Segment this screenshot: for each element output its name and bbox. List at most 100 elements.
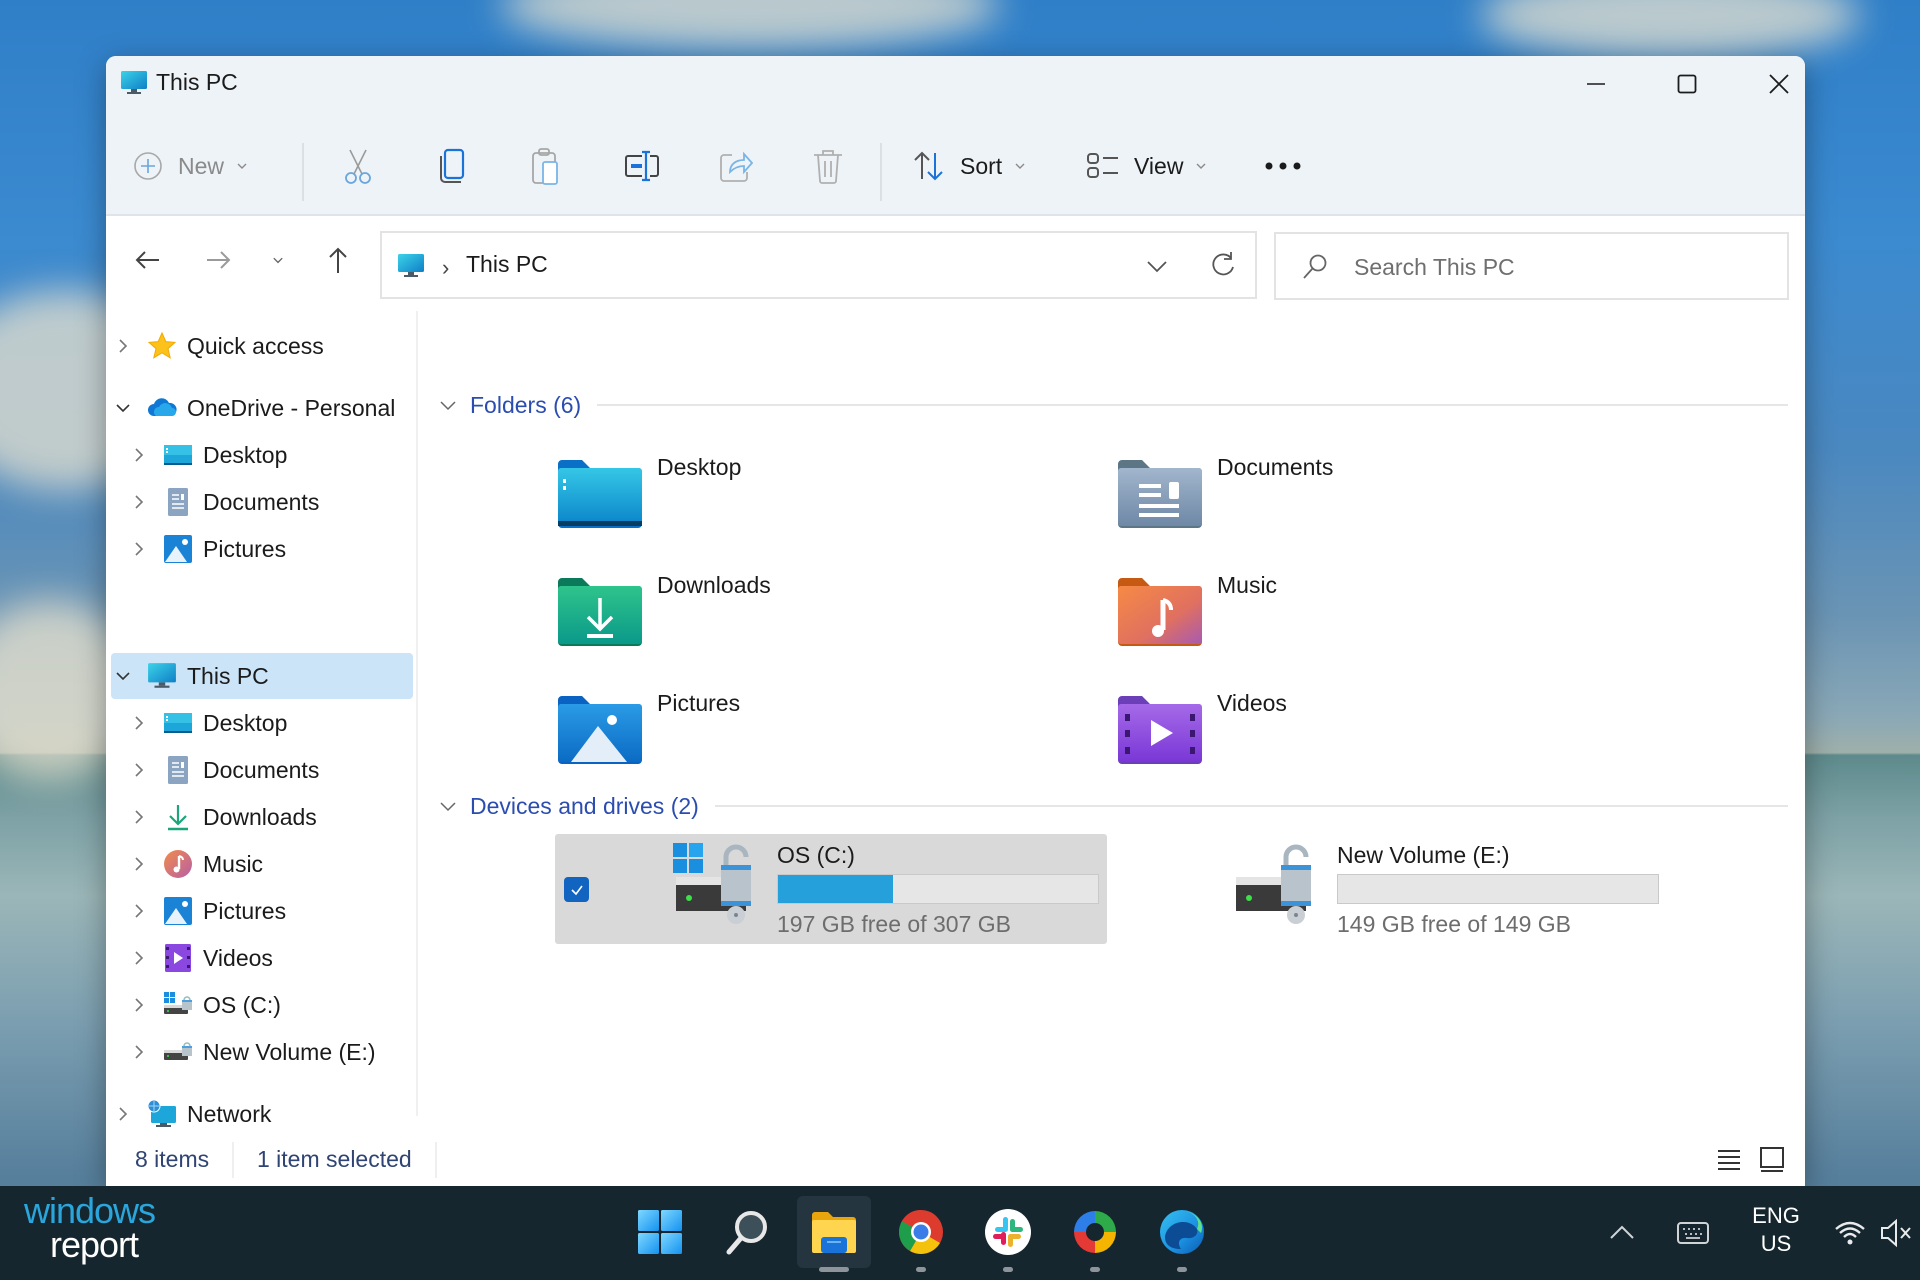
chevron-right-icon[interactable] <box>127 852 151 876</box>
taskbar-slack[interactable] <box>971 1196 1045 1268</box>
selection-checkbox[interactable] <box>564 877 589 902</box>
back-button[interactable] <box>126 238 170 282</box>
up-button[interactable] <box>316 238 360 282</box>
sort-button[interactable]: Sort <box>912 141 1026 191</box>
forward-button[interactable] <box>196 238 240 282</box>
drives-group-header[interactable]: Devices and drives (2) <box>438 790 1788 822</box>
address-bar[interactable]: › This PC <box>380 231 1257 299</box>
minimize-button[interactable] <box>1556 56 1636 111</box>
folders-group-label: Folders (6) <box>470 391 582 418</box>
chevron-down-icon[interactable] <box>111 664 135 688</box>
details-view-icon[interactable] <box>1714 1144 1744 1174</box>
navigation-pane: Quick access OneDrive - Personal Desktop… <box>106 311 418 1127</box>
title-bar[interactable]: This PC <box>106 56 1805 111</box>
sidebar-item-os-c[interactable]: OS (C:) <box>127 982 429 1028</box>
folder-tile-pictures[interactable]: Pictures <box>557 690 1077 790</box>
arrow-left-icon <box>135 251 159 269</box>
drive-usage-bar <box>777 874 1099 904</box>
folder-tile-videos[interactable]: Videos <box>1117 690 1637 790</box>
search-box[interactable] <box>1274 232 1789 300</box>
folder-tile-downloads[interactable]: Downloads <box>557 572 1077 672</box>
sidebar-item-this-pc[interactable]: This PC <box>111 653 413 699</box>
sidebar-label: Quick access <box>187 332 324 359</box>
delete-button[interactable] <box>810 141 846 191</box>
taskbar-file-explorer[interactable] <box>797 1196 871 1268</box>
close-button[interactable] <box>1739 56 1805 111</box>
folder-tile-desktop[interactable]: Desktop <box>557 454 1077 554</box>
this-pc-icon <box>147 661 177 691</box>
large-icons-view-icon[interactable] <box>1757 1144 1787 1174</box>
toolbar-divider <box>302 143 304 201</box>
os-drive-icon <box>163 990 193 1020</box>
touch-keyboard-button[interactable] <box>1670 1208 1716 1258</box>
recent-locations-button[interactable] <box>256 238 300 282</box>
rename-button[interactable] <box>622 141 662 191</box>
sidebar-item-downloads[interactable]: Downloads <box>127 794 429 840</box>
volume-button[interactable] <box>1876 1208 1916 1258</box>
logo-line-1: windows <box>24 1190 156 1231</box>
view-button[interactable]: View <box>1086 141 1207 191</box>
sidebar-item-onedrive-documents[interactable]: Documents <box>127 479 429 525</box>
start-button[interactable] <box>623 1196 697 1268</box>
chevron-right-icon[interactable] <box>127 1040 151 1064</box>
new-button[interactable]: New <box>132 141 248 191</box>
cut-button[interactable] <box>340 141 376 191</box>
share-button[interactable] <box>716 141 756 191</box>
drive-usage-bar <box>1337 874 1659 904</box>
sidebar-item-network[interactable]: Network <box>111 1091 413 1137</box>
chevron-right-icon[interactable] <box>127 711 151 735</box>
sidebar-item-desktop[interactable]: Desktop <box>127 700 429 746</box>
folder-tile-documents[interactable]: Documents <box>1117 454 1637 554</box>
drive-tile-os-c[interactable]: OS (C:) 197 GB free of 307 GB <box>555 834 1107 944</box>
drive-icon <box>1236 844 1311 924</box>
sidebar-item-documents[interactable]: Documents <box>127 747 429 793</box>
show-hidden-icons-button[interactable] <box>1602 1208 1642 1258</box>
paste-button[interactable] <box>528 141 564 191</box>
keyboard-icon <box>1677 1222 1709 1244</box>
maximize-button[interactable] <box>1647 56 1727 111</box>
chevron-right-icon[interactable] <box>111 1102 135 1126</box>
music-folder-icon <box>1118 578 1202 646</box>
running-app-indicator <box>1003 1267 1013 1272</box>
taskbar-search-button[interactable] <box>710 1196 784 1268</box>
chevron-right-icon[interactable] <box>127 946 151 970</box>
chevron-right-icon[interactable] <box>127 443 151 467</box>
group-divider <box>714 805 1788 807</box>
sidebar-item-videos[interactable]: Videos <box>127 935 429 981</box>
sidebar-label: Videos <box>203 944 273 971</box>
breadcrumb-this-pc[interactable]: This PC <box>466 251 548 278</box>
more-options-button[interactable] <box>1264 141 1302 191</box>
chevron-right-icon[interactable] <box>127 899 151 923</box>
network-status-button[interactable] <box>1830 1208 1870 1258</box>
sidebar-label: Music <box>203 850 264 877</box>
sidebar-item-new-volume-e[interactable]: New Volume (E:) <box>127 1029 429 1075</box>
drive-tile-new-volume-e[interactable]: New Volume (E:) 149 GB free of 149 GB <box>1115 834 1667 944</box>
active-app-indicator <box>819 1267 849 1272</box>
close-icon <box>1769 73 1789 94</box>
sidebar-item-music[interactable]: Music <box>127 841 429 887</box>
chevron-down-icon[interactable] <box>111 396 135 420</box>
address-history-dropdown-icon[interactable] <box>1142 251 1172 281</box>
running-app-indicator <box>1177 1267 1187 1272</box>
refresh-icon[interactable] <box>1207 249 1239 281</box>
input-language-indicator[interactable]: ENG US <box>1750 1202 1802 1258</box>
copy-button[interactable] <box>434 141 470 191</box>
chevron-right-icon[interactable] <box>127 758 151 782</box>
sidebar-item-onedrive-pictures[interactable]: Pictures <box>127 526 429 572</box>
chevron-right-icon[interactable] <box>127 537 151 561</box>
sidebar-item-pictures[interactable]: Pictures <box>127 888 429 934</box>
sidebar-item-quick-access[interactable]: Quick access <box>111 323 413 369</box>
chevron-right-icon[interactable] <box>127 993 151 1017</box>
taskbar-chrome[interactable] <box>884 1196 958 1268</box>
folder-tile-music[interactable]: Music <box>1117 572 1637 672</box>
chevron-down-icon <box>273 257 283 264</box>
taskbar-edge[interactable] <box>1145 1196 1219 1268</box>
chevron-right-icon[interactable] <box>111 334 135 358</box>
sidebar-item-onedrive[interactable]: OneDrive - Personal <box>111 385 413 431</box>
chevron-right-icon[interactable] <box>127 805 151 829</box>
taskbar-snipping-tool[interactable] <box>1058 1196 1132 1268</box>
search-input[interactable] <box>1354 250 1774 284</box>
chevron-right-icon[interactable] <box>127 490 151 514</box>
folders-group-header[interactable]: Folders (6) <box>438 389 1788 421</box>
sidebar-item-onedrive-desktop[interactable]: Desktop <box>127 432 429 478</box>
